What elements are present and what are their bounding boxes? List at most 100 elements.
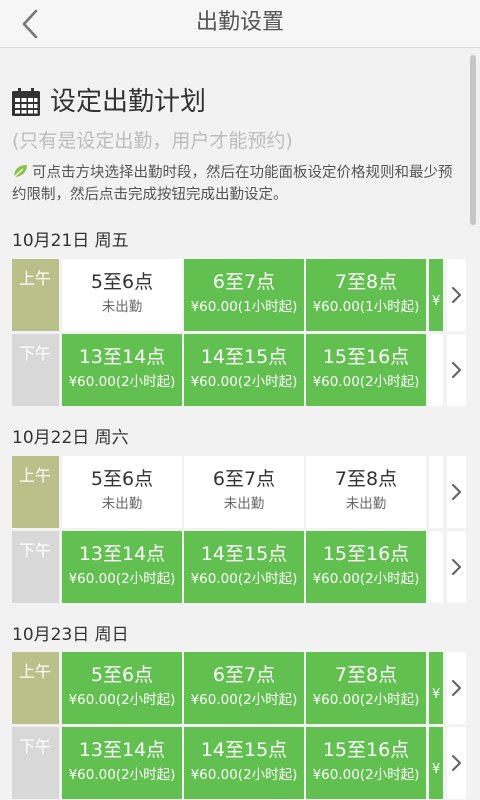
- slot-time: 14至15点: [200, 346, 288, 368]
- slot-time: 13至14点: [78, 739, 166, 761]
- slot-info: 未出勤: [223, 496, 265, 512]
- scroll-right-button[interactable]: [447, 727, 466, 799]
- time-slot[interactable]: 15至16点 ¥60.00(2小时起): [306, 531, 426, 603]
- time-slot[interactable]: 5至6点 未出勤: [62, 259, 182, 331]
- slot-info: ¥60.00(2小时起): [312, 374, 420, 390]
- time-slot[interactable]: 7至8点 ¥60.00(1小时起): [306, 259, 426, 331]
- scroll-right-button[interactable]: [447, 652, 466, 724]
- partial-slot-text: ¥: [432, 762, 441, 777]
- chevron-right-icon: [451, 286, 462, 304]
- time-slot[interactable]: 6至7点 未出勤: [184, 456, 304, 528]
- partial-slot-text: ¥: [432, 294, 441, 309]
- period-label-pm: 下午: [12, 531, 59, 603]
- slot-info: ¥60.00(2小时起): [312, 571, 420, 587]
- subtitle: (只有是设定出勤，用户才能预约): [12, 130, 293, 152]
- time-slot[interactable]: 15至16点 ¥60.00(2小时起): [306, 334, 426, 406]
- slot-info: 未出勤: [101, 496, 143, 512]
- slot-info: ¥60.00(2小时起): [68, 374, 176, 390]
- time-slot[interactable]: 15至16点 ¥60.00(2小时起): [306, 727, 426, 799]
- slot-info: ¥60.00(2小时起): [68, 692, 176, 708]
- afternoon-row: 下午 13至14点 ¥60.00(2小时起) 14至15点 ¥60.00(2小时…: [12, 727, 466, 799]
- period-label-pm: 下午: [12, 727, 59, 799]
- slot-time: 15至16点: [322, 739, 410, 761]
- scroll-right-button[interactable]: [447, 531, 466, 603]
- chevron-right-icon: [451, 361, 462, 379]
- time-slot[interactable]: 13至14点 ¥60.00(2小时起): [62, 531, 182, 603]
- time-slot[interactable]: 5至6点 未出勤: [62, 456, 182, 528]
- slot-info: ¥60.00(2小时起): [190, 767, 298, 783]
- slot-info: ¥60.00(2小时起): [68, 571, 176, 587]
- period-label-am: 上午: [12, 652, 59, 724]
- slot-time: 14至15点: [200, 543, 288, 565]
- page-title: 设定出勤计划: [50, 87, 207, 117]
- slot-time: 15至16点: [322, 346, 410, 368]
- scroll-right-button[interactable]: [447, 259, 466, 331]
- day-schedule: 上午 5至6点 ¥60.00(2小时起) 6至7点 ¥60.00(2小时起) 7…: [12, 652, 466, 800]
- slot-info: ¥60.00(2小时起): [68, 767, 176, 783]
- top-bar: 出勤设置: [0, 0, 480, 48]
- calendar-icon: [12, 88, 40, 116]
- partial-time-slot[interactable]: ¥: [429, 727, 443, 799]
- slot-info: ¥60.00(1小时起): [312, 299, 420, 315]
- chevron-right-icon: [451, 754, 462, 772]
- slot-info: ¥60.00(2小时起): [190, 692, 298, 708]
- time-slot[interactable]: 14至15点 ¥60.00(2小时起): [184, 727, 304, 799]
- hint-text-block: 可点击方块选择出勤时段，然后在功能面板设定价格规则和最少预约限制，然后点击完成按…: [12, 162, 464, 206]
- day-schedule: 上午 5至6点 未出勤 6至7点 未出勤 7至8点 未出勤 下午 13至14点 …: [12, 456, 466, 604]
- slot-time: 5至6点: [90, 271, 154, 293]
- partial-slot-text: ¥: [432, 687, 441, 702]
- slot-time: 14至15点: [200, 739, 288, 761]
- partial-time-slot[interactable]: ¥: [429, 259, 443, 331]
- time-slot[interactable]: 7至8点 未出勤: [306, 456, 426, 528]
- slot-time: 6至7点: [212, 271, 276, 293]
- scroll-right-button[interactable]: [447, 334, 466, 406]
- scroll-right-button[interactable]: [447, 456, 466, 528]
- chevron-right-icon: [451, 558, 462, 576]
- afternoon-row: 下午 13至14点 ¥60.00(2小时起) 14至15点 ¥60.00(2小时…: [12, 334, 466, 406]
- partial-time-slot[interactable]: [429, 531, 443, 603]
- time-slot[interactable]: 14至15点 ¥60.00(2小时起): [184, 334, 304, 406]
- slot-time: 13至14点: [78, 543, 166, 565]
- date-label: 10月22日 周六: [12, 428, 129, 448]
- slot-info: 未出勤: [101, 299, 143, 315]
- time-slot[interactable]: 7至8点 ¥60.00(2小时起): [306, 652, 426, 724]
- slot-time: 13至14点: [78, 346, 166, 368]
- leaf-icon: [13, 165, 27, 178]
- afternoon-row: 下午 13至14点 ¥60.00(2小时起) 14至15点 ¥60.00(2小时…: [12, 531, 466, 603]
- time-slot[interactable]: 6至7点 ¥60.00(1小时起): [184, 259, 304, 331]
- slot-time: 7至8点: [334, 271, 398, 293]
- day-schedule: 上午 5至6点 未出勤 6至7点 ¥60.00(1小时起) 7至8点 ¥60.0…: [12, 259, 466, 407]
- chevron-right-icon: [451, 483, 462, 501]
- date-label: 10月21日 周五: [12, 231, 129, 251]
- slot-time: 7至8点: [334, 664, 398, 686]
- scrollbar[interactable]: [470, 55, 476, 225]
- morning-row: 上午 5至6点 ¥60.00(2小时起) 6至7点 ¥60.00(2小时起) 7…: [12, 652, 466, 724]
- time-slot[interactable]: 14至15点 ¥60.00(2小时起): [184, 531, 304, 603]
- partial-time-slot[interactable]: [429, 334, 443, 406]
- date-label: 10月23日 周日: [12, 625, 129, 645]
- time-slot[interactable]: 13至14点 ¥60.00(2小时起): [62, 727, 182, 799]
- slot-info: ¥60.00(2小时起): [190, 571, 298, 587]
- time-slot[interactable]: 13至14点 ¥60.00(2小时起): [62, 334, 182, 406]
- slot-time: 7至8点: [334, 468, 398, 490]
- slot-time: 6至7点: [212, 468, 276, 490]
- slot-time: 5至6点: [90, 468, 154, 490]
- slot-info: ¥60.00(2小时起): [312, 692, 420, 708]
- period-label-am: 上午: [12, 456, 59, 528]
- slot-time: 15至16点: [322, 543, 410, 565]
- morning-row: 上午 5至6点 未出勤 6至7点 未出勤 7至8点 未出勤: [12, 456, 466, 528]
- morning-row: 上午 5至6点 未出勤 6至7点 ¥60.00(1小时起) 7至8点 ¥60.0…: [12, 259, 466, 331]
- page-header-title: 出勤设置: [195, 10, 284, 35]
- period-label-am: 上午: [12, 259, 59, 331]
- period-label-pm: 下午: [12, 334, 59, 406]
- partial-time-slot[interactable]: [429, 456, 443, 528]
- slot-info: 未出勤: [345, 496, 387, 512]
- slot-time: 5至6点: [90, 664, 154, 686]
- slot-info: ¥60.00(2小时起): [312, 767, 420, 783]
- time-slot[interactable]: 6至7点 ¥60.00(2小时起): [184, 652, 304, 724]
- slot-time: 6至7点: [212, 664, 276, 686]
- slot-info: ¥60.00(1小时起): [190, 299, 298, 315]
- hint-text: 可点击方块选择出勤时段，然后在功能面板设定价格规则和最少预约限制，然后点击完成按…: [12, 165, 453, 203]
- partial-time-slot[interactable]: ¥: [429, 652, 443, 724]
- time-slot[interactable]: 5至6点 ¥60.00(2小时起): [62, 652, 182, 724]
